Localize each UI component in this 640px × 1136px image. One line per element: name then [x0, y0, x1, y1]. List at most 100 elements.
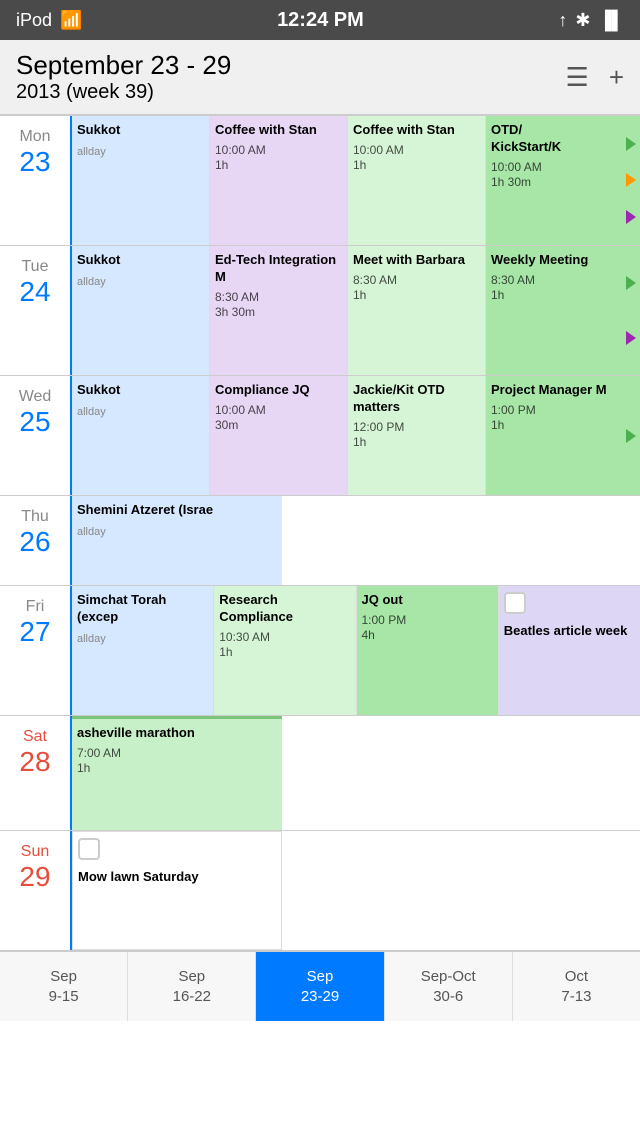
mow-lawn[interactable]: Mow lawn Saturday — [72, 831, 282, 950]
edtech-time: 8:30 AM3h 30m — [215, 290, 342, 321]
nav-sep-23-29[interactable]: Sep 23-29 — [256, 952, 384, 1021]
friday-events: Simchat Torah (excep allday Research Com… — [72, 586, 640, 715]
coffee-stan-1[interactable]: Coffee with Stan 10:00 AM1h — [210, 116, 348, 245]
day-name-wed: Wed — [19, 388, 52, 406]
time-display: 12:24 PM — [277, 9, 364, 32]
weekly-meeting-title: Weekly Meeting — [491, 252, 618, 269]
tuesday-events: Sukkot allday Ed-Tech Integration M 8:30… — [72, 246, 640, 375]
otd-kickstart[interactable]: OTD/KickStart/K 10:00 AM1h 30m — [486, 116, 640, 245]
calendar-header: September 23 - 29 2013 (week 39) ☰ + — [0, 40, 640, 115]
day-row-monday: Mon 23 Sukkot allday Coffee with Stan 10… — [0, 116, 640, 246]
status-right: ↑ ✱ ▐▌ — [558, 10, 624, 31]
sukkot-wed[interactable]: Sukkot allday — [72, 376, 210, 495]
day-num-26: 26 — [19, 526, 50, 558]
day-num-25: 25 — [19, 406, 50, 438]
day-name-tue: Tue — [22, 258, 49, 276]
mow-lawn-checkbox[interactable] — [78, 838, 100, 860]
beatles-event[interactable]: Beatles article week — [499, 586, 640, 715]
shemini-title: Shemini Atzeret (Israe — [77, 502, 277, 519]
wifi-icon: 📶 — [60, 10, 82, 31]
day-num-29: 29 — [19, 861, 50, 893]
weekly-arrows — [622, 246, 640, 375]
week-range: September 23 - 29 — [16, 50, 231, 81]
bluetooth-icon: ✱ — [575, 10, 590, 31]
day-row-thursday: Thu 26 Shemini Atzeret (Israe allday — [0, 496, 640, 586]
day-row-wednesday: Wed 25 Sukkot allday Compliance JQ 10:00… — [0, 376, 640, 496]
day-label-saturday: Sat 28 — [0, 716, 72, 830]
sukkot-wed-title: Sukkot — [77, 382, 204, 399]
day-name-sat: Sat — [23, 728, 47, 746]
otd-time: 10:00 AM1h 30m — [491, 160, 618, 191]
thursday-events: Shemini Atzeret (Israe allday — [72, 496, 640, 585]
coffee-stan-1-time: 10:00 AM1h — [215, 143, 342, 174]
weekly-meeting-time: 8:30 AM1h — [491, 273, 618, 304]
day-name-fri: Fri — [26, 598, 45, 616]
add-event-button[interactable]: + — [609, 62, 624, 93]
week-number: 2013 (week 39) — [16, 81, 231, 104]
day-label-wednesday: Wed 25 — [0, 376, 72, 495]
sukkot-wed-allday: allday — [77, 405, 204, 419]
coffee-stan-2[interactable]: Coffee with Stan 10:00 AM1h — [348, 116, 486, 245]
coffee-stan-2-title: Coffee with Stan — [353, 122, 480, 139]
research-compliance[interactable]: Research Compliance 10:30 AM1h — [214, 586, 356, 715]
asheville[interactable]: asheville marathon 7:00 AM1h — [72, 716, 282, 830]
menu-button[interactable]: ☰ — [566, 62, 589, 93]
arrow-purple-2 — [626, 331, 636, 345]
jackie-kit-time: 12:00 PM1h — [353, 420, 480, 451]
day-num-27: 27 — [19, 616, 50, 648]
sukkot-mon[interactable]: Sukkot allday — [72, 116, 210, 245]
mow-lawn-title: Mow lawn Saturday — [78, 869, 276, 886]
location-icon: ↑ — [558, 10, 567, 31]
coffee-stan-2-time: 10:00 AM1h — [353, 143, 480, 174]
nav-sep-oct-30-6[interactable]: Sep-Oct 30-6 — [385, 952, 513, 1021]
jq-out[interactable]: JQ out 1:00 PM4h — [357, 586, 499, 715]
nav-sep-9-15-label: Sep 9-15 — [49, 967, 79, 1006]
day-name-mon: Mon — [19, 128, 50, 146]
simchat-title: Simchat Torah (excep — [77, 592, 208, 626]
compliance-jq-time: 10:00 AM30m — [215, 403, 342, 434]
day-label-sunday: Sun 29 — [0, 831, 72, 950]
status-left: iPod 📶 — [16, 10, 82, 31]
nav-oct-7-13[interactable]: Oct 7-13 — [513, 952, 640, 1021]
edtech-event[interactable]: Ed-Tech Integration M 8:30 AM3h 30m — [210, 246, 348, 375]
jq-out-title: JQ out — [362, 592, 493, 609]
jackie-kit[interactable]: Jackie/Kit OTD matters 12:00 PM1h — [348, 376, 486, 495]
day-num-23: 23 — [19, 146, 50, 178]
asheville-time: 7:00 AM1h — [77, 746, 277, 777]
monday-events: Sukkot allday Coffee with Stan 10:00 AM1… — [72, 116, 640, 245]
project-manager-title: Project Manager M — [491, 382, 618, 399]
meet-barbara[interactable]: Meet with Barbara 8:30 AM1h — [348, 246, 486, 375]
arrow-purple — [626, 210, 636, 224]
day-name-sun: Sun — [21, 843, 49, 861]
coffee-stan-1-title: Coffee with Stan — [215, 122, 342, 139]
meet-barbara-title: Meet with Barbara — [353, 252, 480, 269]
beatles-checkbox[interactable] — [504, 592, 526, 614]
wednesday-events: Sukkot allday Compliance JQ 10:00 AM30m … — [72, 376, 640, 495]
jq-out-time: 1:00 PM4h — [362, 613, 493, 644]
day-label-tuesday: Tue 24 — [0, 246, 72, 375]
compliance-jq-title: Compliance JQ — [215, 382, 342, 399]
compliance-jq[interactable]: Compliance JQ 10:00 AM30m — [210, 376, 348, 495]
sukkot-tue[interactable]: Sukkot allday — [72, 246, 210, 375]
research-title: Research Compliance — [219, 592, 350, 626]
header-actions: ☰ + — [566, 62, 625, 93]
day-label-friday: Fri 27 — [0, 586, 72, 715]
day-name-thu: Thu — [21, 508, 49, 526]
shemini[interactable]: Shemini Atzeret (Israe allday — [72, 496, 282, 585]
nav-sep-9-15[interactable]: Sep 9-15 — [0, 952, 128, 1021]
jackie-kit-title: Jackie/Kit OTD matters — [353, 382, 480, 416]
day-row-saturday: Sat 28 asheville marathon 7:00 AM1h — [0, 716, 640, 831]
calendar-grid: Mon 23 Sukkot allday Coffee with Stan 10… — [0, 115, 640, 951]
edtech-title: Ed-Tech Integration M — [215, 252, 342, 286]
nav-sep-16-22[interactable]: Sep 16-22 — [128, 952, 256, 1021]
meet-barbara-time: 8:30 AM1h — [353, 273, 480, 304]
battery-icon: ▐▌ — [598, 10, 624, 31]
arrow-green — [626, 137, 636, 151]
asheville-title: asheville marathon — [77, 725, 277, 742]
day-row-friday: Fri 27 Simchat Torah (excep allday Resea… — [0, 586, 640, 716]
project-manager[interactable]: Project Manager M 1:00 PM1h — [486, 376, 640, 495]
weekly-meeting[interactable]: Weekly Meeting 8:30 AM1h — [486, 246, 640, 375]
simchat[interactable]: Simchat Torah (excep allday — [72, 586, 214, 715]
research-time: 10:30 AM1h — [219, 630, 350, 661]
sukkot-tue-title: Sukkot — [77, 252, 204, 269]
